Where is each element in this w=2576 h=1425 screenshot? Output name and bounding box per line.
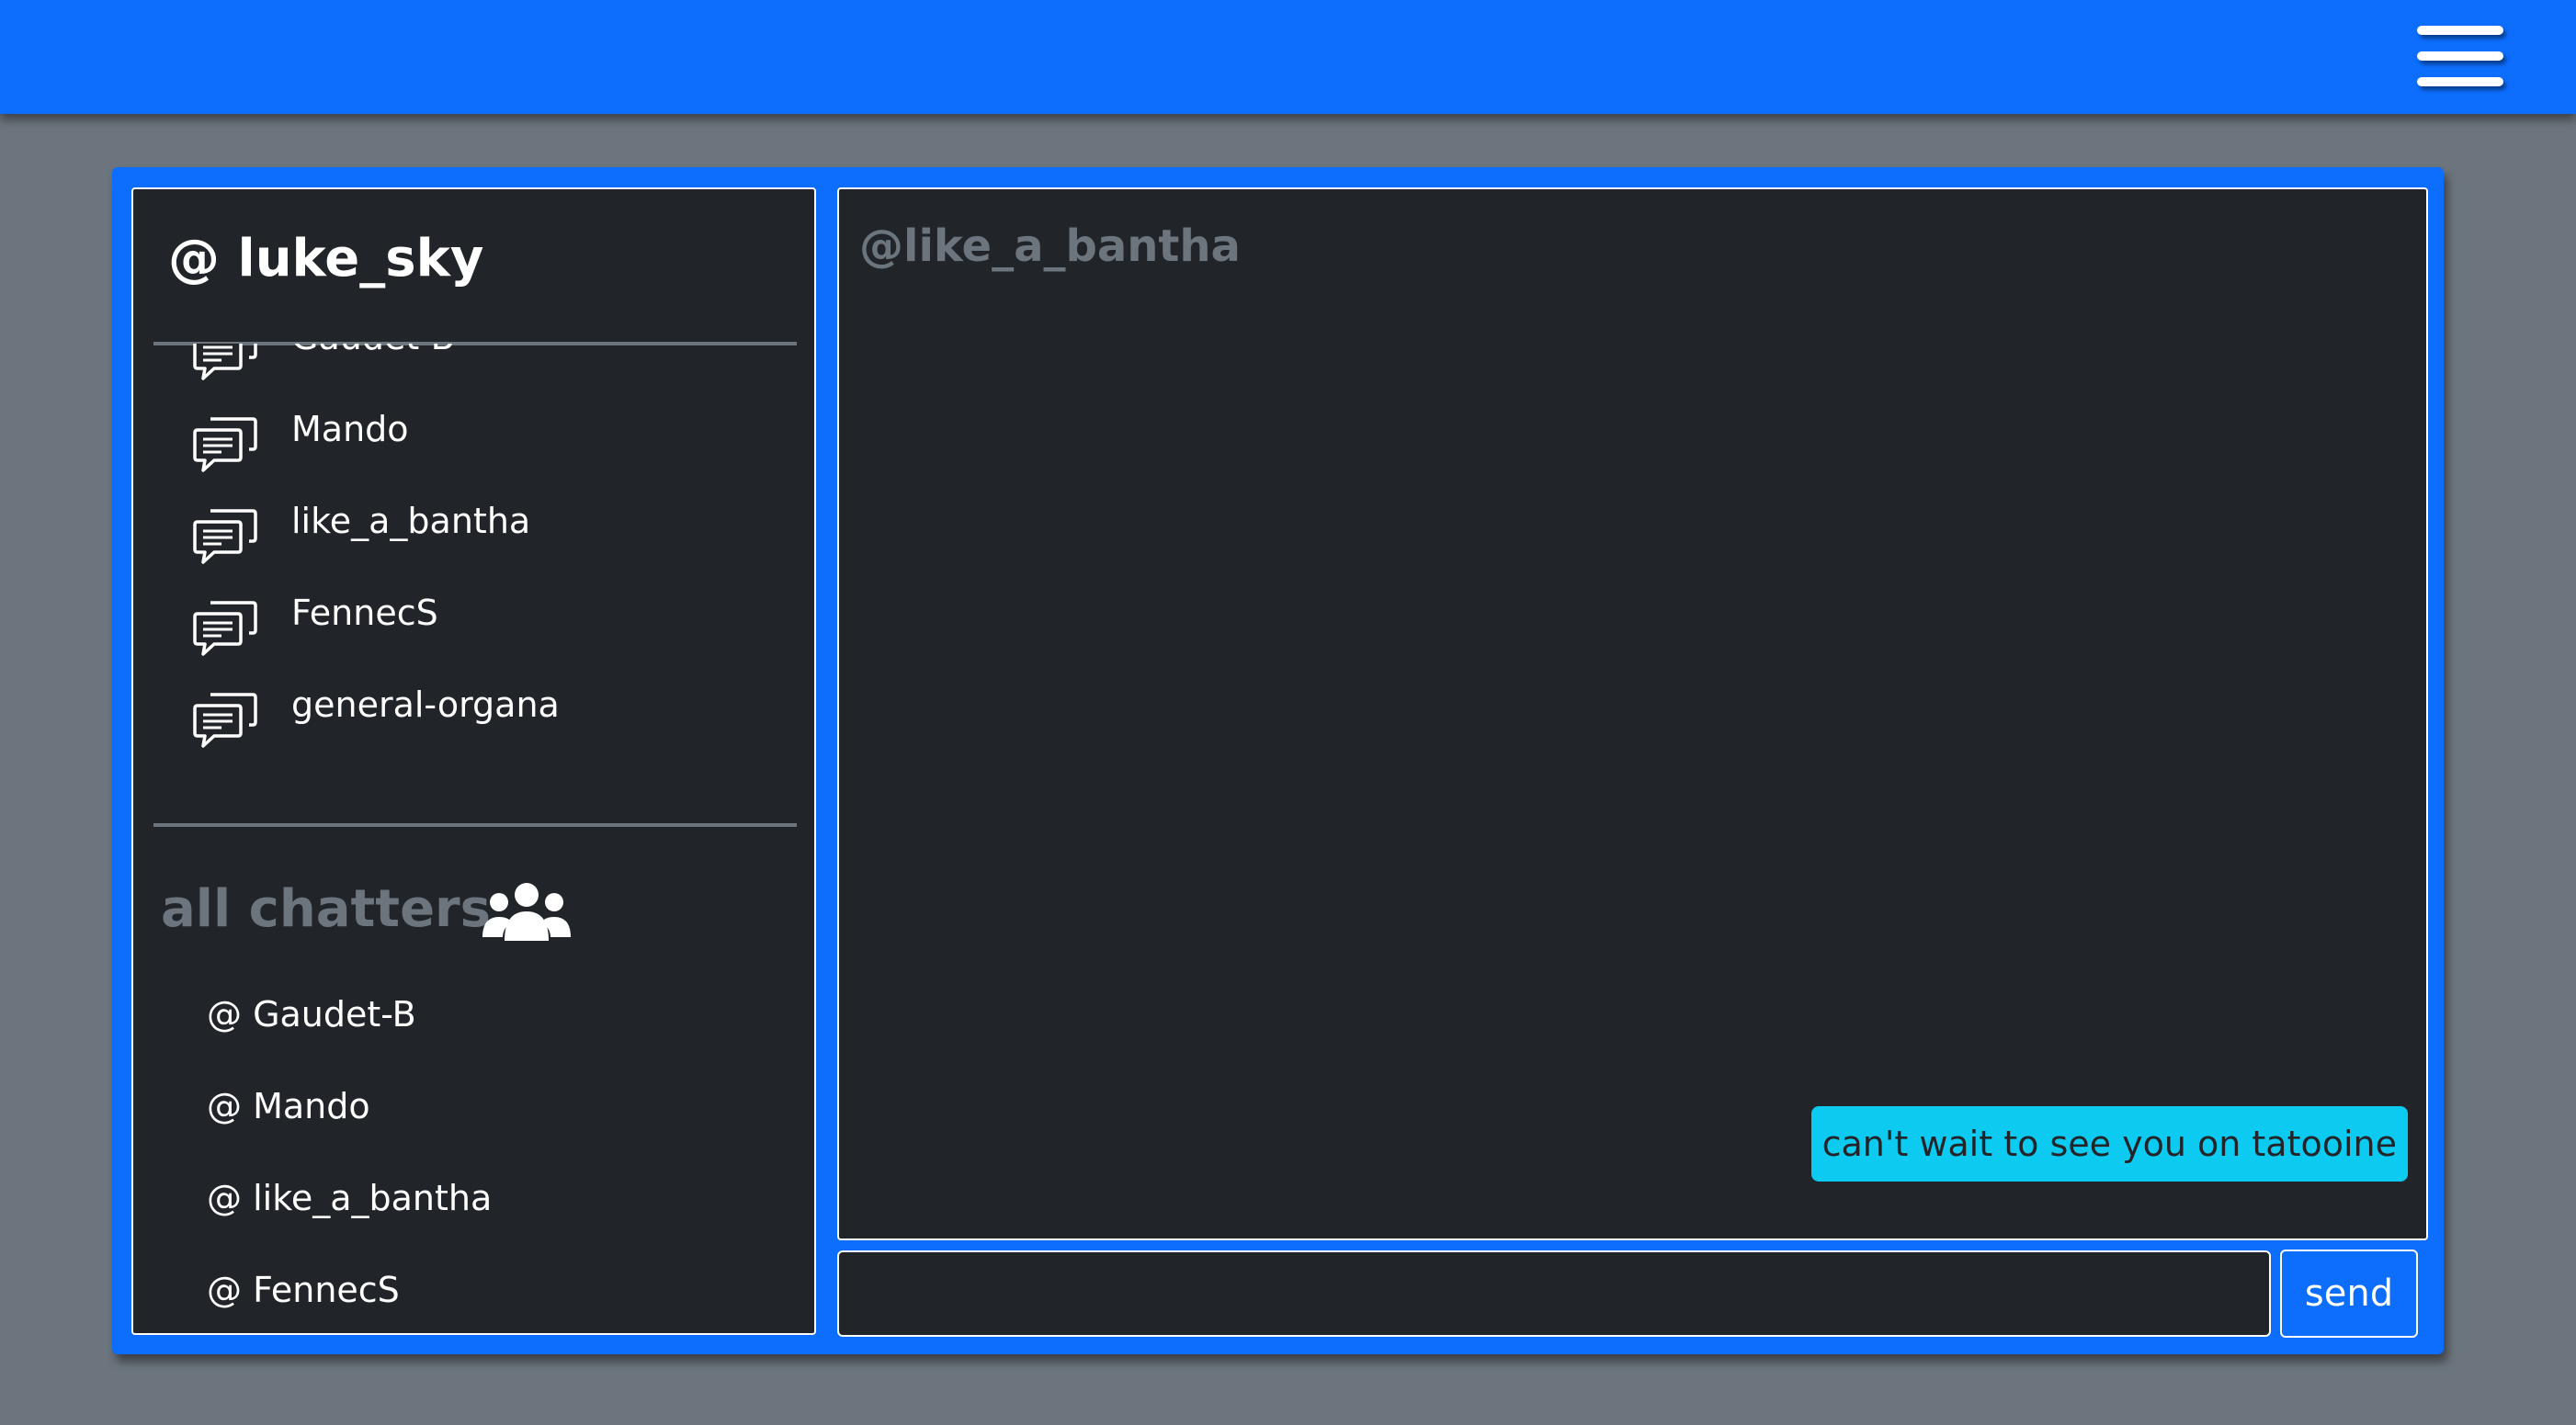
chat-bubbles-icon — [193, 693, 257, 748]
conversation-label: Gaudet-B — [291, 344, 455, 360]
current-user-handle: @ luke_sky — [168, 229, 484, 288]
chat-panel: @like_a_bantha can't wait to see you on … — [837, 187, 2428, 1240]
sidebar: @ luke_sky Gaudet-B Mando l — [131, 187, 816, 1335]
conversation-label: like_a_bantha — [291, 501, 531, 541]
conversation-label: general-organa — [291, 684, 560, 725]
top-navbar — [0, 0, 2576, 114]
all-chatters-heading: all chatters — [161, 879, 491, 939]
hamburger-menu-icon[interactable] — [2410, 18, 2511, 96]
user-item-mando[interactable]: @ Mando — [207, 1079, 758, 1134]
conversation-label: Mando — [291, 409, 409, 449]
conversation-item-general-organa[interactable]: general-organa — [133, 645, 814, 748]
send-button[interactable]: send — [2280, 1250, 2418, 1338]
chat-title: @like_a_bantha — [859, 221, 1241, 272]
conversation-item-like-a-bantha[interactable]: like_a_bantha — [133, 461, 814, 564]
user-item-like-a-bantha[interactable]: @ like_a_bantha — [207, 1171, 758, 1226]
user-item-fennecs[interactable]: @ FennecS — [207, 1262, 758, 1318]
users-group-icon — [482, 883, 571, 941]
user-item-gaudet-b[interactable]: @ Gaudet-B — [207, 987, 758, 1042]
message-input[interactable] — [837, 1250, 2271, 1337]
conversation-label: FennecS — [291, 593, 438, 633]
message-bubble: can't wait to see you on tatooine — [1810, 1106, 2408, 1182]
sidebar-divider-bottom — [153, 823, 797, 827]
conversation-item-gaudet-b[interactable]: Gaudet-B — [133, 344, 814, 380]
conversation-item-fennecs[interactable]: FennecS — [133, 553, 814, 656]
conversation-item-mando[interactable]: Mando — [133, 369, 814, 472]
